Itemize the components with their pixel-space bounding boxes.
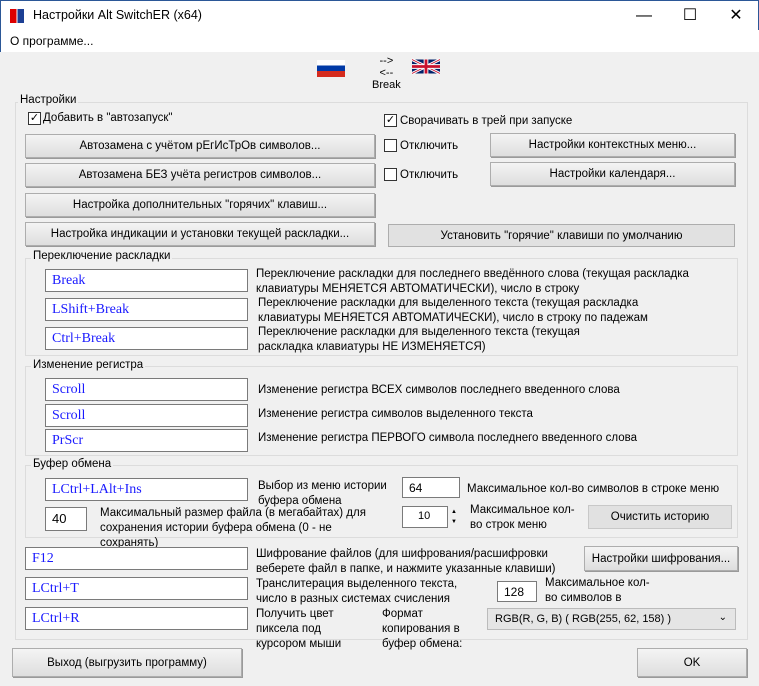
spin-down-icon[interactable]: ▼ — [449, 517, 459, 527]
clipboard-history-hotkey-input[interactable]: LCtrl+LAlt+Ins — [45, 478, 248, 501]
clear-history-button[interactable]: Очистить историю — [588, 505, 732, 529]
tray-checkbox[interactable]: ✓ — [384, 114, 397, 127]
translit-hotkey-input[interactable]: LCtrl+T — [25, 577, 248, 600]
max-rows-spinner[interactable]: 10 — [402, 506, 448, 528]
hotkey-description: Переключение раскладки для выделенного т… — [258, 326, 580, 353]
translit-description: Транслитерация выделенного текста, число… — [256, 578, 458, 605]
hotkey-input[interactable]: Scroll — [45, 404, 248, 427]
hotkey-description: Переключение раскладки для последнего вв… — [256, 268, 689, 295]
max-rows-label: Максимальное кол-во строк меню — [470, 504, 575, 531]
encryption-hotkey-input[interactable]: F12 — [25, 547, 248, 570]
max-size-label: Максимальный размер файла (в мегабайтах)… — [100, 507, 366, 549]
extra-hotkeys-button[interactable]: Настройка дополнительных "горячих" клави… — [25, 193, 375, 217]
hotkey-input[interactable]: PrScr — [45, 429, 248, 452]
max-chars-label: Максимальное кол-во символов в строке ме… — [467, 483, 720, 495]
indication-button[interactable]: Настройка индикации и установки текущей … — [25, 222, 375, 246]
hotkey-description: Переключение раскладки для выделенного т… — [258, 297, 648, 324]
app-icon — [10, 9, 24, 23]
color-format-select[interactable]: RGB(R, G, B) ( RGB(255, 62, 158) ) ⌄ — [487, 608, 736, 630]
encryption-description: Шифрование файлов (для шифрования/расшиф… — [256, 548, 556, 575]
calendar-settings-button[interactable]: Настройки календаря... — [490, 162, 735, 186]
layout-switch-label: Переключение раскладки — [31, 250, 173, 262]
arrow-right: --> — [379, 55, 394, 67]
autoreplace-nocase-button[interactable]: Автозамена БЕЗ учёта регистров символов.… — [25, 163, 375, 187]
menu-about[interactable]: О программе... — [10, 34, 93, 48]
autostart-checkbox[interactable]: ✓ — [28, 112, 41, 125]
hotkey-input[interactable]: Ctrl+Break — [45, 327, 248, 350]
color-hotkey-input[interactable]: LCtrl+R — [25, 607, 248, 630]
context-menu-settings-button[interactable]: Настройки контекстных меню... — [490, 133, 735, 157]
chevron-down-icon: ⌄ — [718, 612, 727, 623]
disable1-checkbox[interactable] — [384, 139, 397, 152]
hotkey-description: Изменение регистра символов выделенного … — [258, 408, 533, 420]
case-change-label: Изменение регистра — [31, 359, 146, 371]
autoreplace-case-button[interactable]: Автозамена с учётом рЕгИсТрОв символов..… — [25, 134, 375, 158]
maximize-button[interactable]: ☐ — [667, 1, 713, 31]
russia-flag-icon[interactable] — [317, 60, 345, 77]
encryption-settings-button[interactable]: Настройки шифрования... — [584, 546, 738, 571]
switch-key: Break — [372, 79, 401, 91]
color-format-value: RGB(R, G, B) ( RGB(255, 62, 158) ) — [495, 613, 672, 625]
max-size-input[interactable]: 40 — [45, 507, 87, 531]
window-title: Настройки Alt SwitchER (x64) — [33, 8, 202, 22]
menu-bar: О программе... — [0, 30, 759, 52]
exit-button[interactable]: Выход (выгрузить программу) — [12, 648, 242, 677]
hotkey-description: Изменение регистра ПЕРВОГО символа после… — [258, 432, 637, 444]
hotkey-description: Изменение регистра ВСЕХ символов последн… — [258, 384, 620, 396]
uk-flag-icon[interactable] — [412, 58, 440, 75]
hotkey-input[interactable]: Break — [45, 269, 248, 292]
disable2-checkbox[interactable] — [384, 168, 397, 181]
title-bar: Настройки Alt SwitchER (x64) — ☐ ✕ — [0, 0, 759, 30]
autostart-label: Добавить в "автозапуск" — [43, 112, 173, 124]
clipboard-label: Буфер обмена — [31, 458, 114, 470]
hotkey-input[interactable]: Scroll — [45, 378, 248, 401]
color-description: Получить цвет пиксела под курсором мыши — [256, 608, 342, 650]
minimize-button[interactable]: — — [621, 1, 667, 31]
disable2-label: Отключить — [400, 169, 459, 181]
disable1-label: Отключить — [400, 140, 459, 152]
ok-button[interactable]: OK — [637, 648, 747, 677]
clipboard-history-description: Выбор из меню истории буфера обмена — [258, 480, 387, 507]
arrow-left: <-- — [379, 67, 394, 79]
direction-indicator: --> <-- Break — [372, 55, 401, 91]
max-chars-input[interactable]: 64 — [402, 477, 460, 498]
translit-max-chars-input[interactable]: 128 — [497, 581, 537, 602]
tray-label: Сворачивать в трей при запуске — [400, 115, 573, 127]
close-button[interactable]: ✕ — [713, 1, 759, 31]
settings-group-label: Настройки — [18, 94, 79, 106]
hotkey-input[interactable]: LShift+Break — [45, 298, 248, 321]
spin-up-icon[interactable]: ▲ — [449, 507, 459, 517]
default-hotkeys-button[interactable]: Установить "горячие" клавиши по умолчани… — [388, 224, 735, 247]
color-format-label: Формат копирования в буфер обмена: — [382, 608, 463, 650]
spinner-arrows[interactable]: ▲ ▼ — [449, 507, 459, 527]
